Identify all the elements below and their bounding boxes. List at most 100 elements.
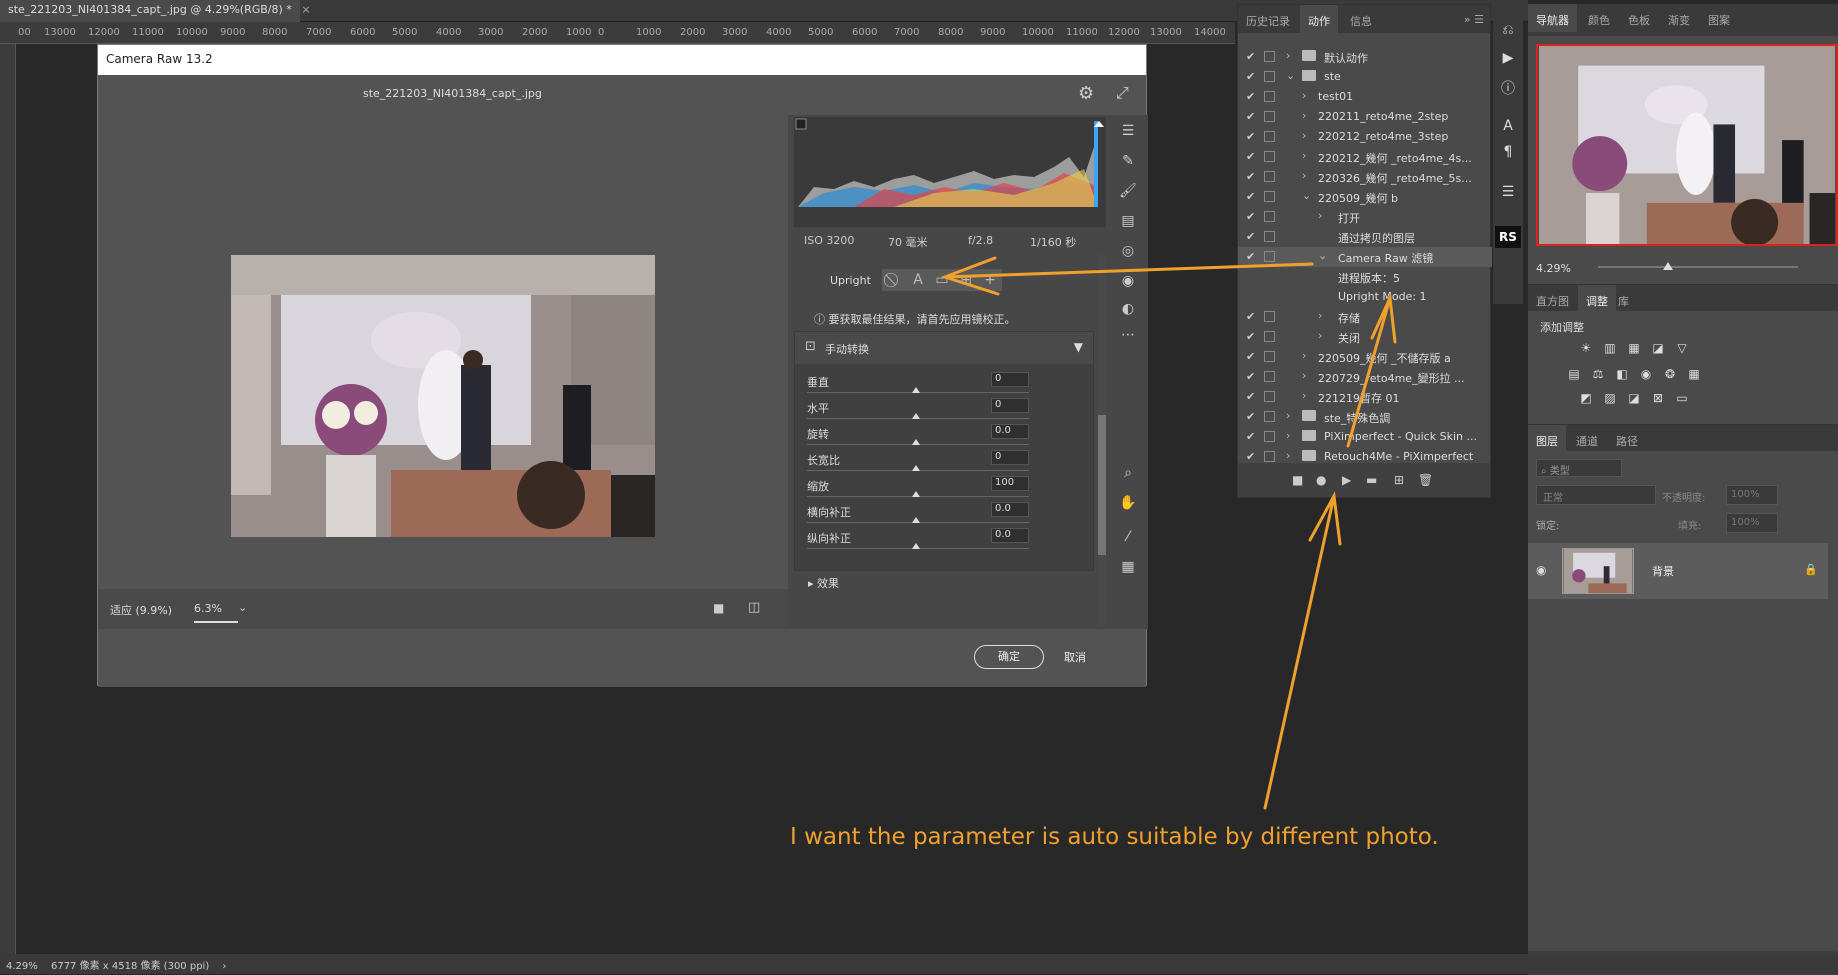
threshold-icon[interactable]: ◪ xyxy=(1626,391,1642,405)
tab-layers[interactable]: 图层 xyxy=(1528,425,1566,451)
checkmark-icon[interactable]: ✔ xyxy=(1246,190,1255,203)
expand-arrow-icon[interactable]: › xyxy=(1286,429,1290,442)
more-icon[interactable]: ⋯ xyxy=(1118,327,1138,347)
slider-rotate[interactable]: 旋转 0.0 xyxy=(795,424,1095,450)
dialog-toggle[interactable] xyxy=(1264,351,1275,362)
color-balance-icon[interactable]: ⚖ xyxy=(1590,367,1606,381)
checkmark-icon[interactable]: ✔ xyxy=(1246,70,1255,83)
fullscreen-icon[interactable]: ⤢ xyxy=(1116,83,1129,103)
upright-auto-button[interactable]: A xyxy=(906,269,930,291)
dialog-toggle[interactable] xyxy=(1264,191,1275,202)
checkmark-icon[interactable]: ✔ xyxy=(1246,390,1255,403)
manual-transform-header[interactable]: ⊡ 手动转换 ▼ xyxy=(795,332,1093,364)
actions-play-icon[interactable]: ▶ xyxy=(1499,50,1517,68)
upright-off-button[interactable]: ⃠ xyxy=(882,269,906,291)
action-row[interactable]: 进程版本：5 xyxy=(1238,267,1492,287)
grid-icon[interactable]: ▦ xyxy=(1118,559,1138,579)
record-icon[interactable]: ● xyxy=(1316,473,1326,487)
tab-history[interactable]: 历史记录 xyxy=(1238,5,1298,33)
opacity-input[interactable]: 100% xyxy=(1726,485,1778,505)
layer-filter-select[interactable]: ⌕ 类型 xyxy=(1536,459,1622,477)
slider-scale[interactable]: 缩放 100 xyxy=(795,476,1095,502)
expand-arrow-icon[interactable]: › xyxy=(1318,209,1322,222)
properties-icon[interactable]: ☰ xyxy=(1499,184,1517,202)
gradient-map-icon[interactable]: ▭ xyxy=(1674,391,1690,405)
caret-down-icon[interactable]: ▼ xyxy=(1074,340,1083,354)
checkmark-icon[interactable]: ✔ xyxy=(1246,250,1255,263)
checkmark-icon[interactable]: ✔ xyxy=(1246,50,1255,63)
posterize-icon[interactable]: ▨ xyxy=(1602,391,1618,405)
slider-y-offset[interactable]: 纵向补正 0.0 xyxy=(795,528,1095,554)
close-tab-icon[interactable]: × xyxy=(301,3,310,16)
dialog-toggle[interactable] xyxy=(1264,451,1275,462)
dialog-toggle[interactable] xyxy=(1264,211,1275,222)
expand-arrow-icon[interactable]: › xyxy=(1302,129,1306,142)
new-action-icon[interactable]: ⊞ xyxy=(1394,473,1404,487)
tab-info[interactable]: 信息 xyxy=(1342,5,1380,33)
status-zoom[interactable]: 4.29% xyxy=(6,961,38,972)
healing-icon[interactable]: ✎ xyxy=(1118,153,1138,173)
scrollbar-thumb[interactable] xyxy=(1098,415,1106,555)
red-eye-icon[interactable]: ◉ xyxy=(1118,273,1138,293)
slider-value-input[interactable]: 0.0 xyxy=(991,528,1029,543)
expand-arrow-icon[interactable]: › xyxy=(1302,169,1306,182)
navigator-zoom-slider[interactable] xyxy=(1598,266,1798,268)
expand-arrow-icon[interactable]: ⌄ xyxy=(1286,69,1295,82)
checkmark-icon[interactable]: ✔ xyxy=(1246,110,1255,123)
info-icon[interactable]: ⓘ xyxy=(1499,78,1517,97)
new-set-icon[interactable]: ▬ xyxy=(1366,473,1377,487)
dialog-toggle[interactable] xyxy=(1264,431,1275,442)
hue-saturation-icon[interactable]: ▤ xyxy=(1566,367,1582,381)
cancel-button[interactable]: 取消 xyxy=(1064,649,1086,665)
slider-value-input[interactable]: 0 xyxy=(991,450,1029,465)
gradient-icon[interactable]: ▤ xyxy=(1118,213,1138,233)
panel-menu-icon[interactable]: » ☰ xyxy=(1464,13,1484,26)
expand-arrow-icon[interactable]: › xyxy=(1302,349,1306,362)
image-preview[interactable] xyxy=(98,115,788,589)
dialog-toggle[interactable] xyxy=(1264,331,1275,342)
checkmark-icon[interactable]: ✔ xyxy=(1246,450,1255,463)
dialog-toggle[interactable] xyxy=(1264,411,1275,422)
tab-color[interactable]: 颜色 xyxy=(1580,4,1618,32)
tab-actions[interactable]: 动作 xyxy=(1300,5,1338,33)
brush-icon[interactable]: 🖌 xyxy=(1118,183,1138,203)
action-row[interactable]: ✔ › ste_特殊色調 xyxy=(1238,407,1492,427)
action-row[interactable]: ✔ › 220326_幾何 _reto4me_5s... xyxy=(1238,167,1492,187)
play-icon[interactable]: ▶ xyxy=(1342,473,1351,487)
slider-thumb[interactable] xyxy=(912,491,920,497)
upright-guided-button[interactable]: + xyxy=(978,269,1002,291)
photo-filter-icon[interactable]: ◉ xyxy=(1638,367,1654,381)
dialog-toggle[interactable] xyxy=(1264,71,1275,82)
expand-arrow-icon[interactable]: › xyxy=(1302,369,1306,382)
tab-paths[interactable]: 路径 xyxy=(1608,425,1646,451)
navigator-zoom-value[interactable]: 4.29% xyxy=(1536,262,1571,275)
dialog-toggle[interactable] xyxy=(1264,391,1275,402)
action-row[interactable]: ✔ › 221219暫存 01 xyxy=(1238,387,1492,407)
chevron-down-icon[interactable]: ⌄ xyxy=(238,601,247,614)
dialog-toggle[interactable] xyxy=(1264,91,1275,102)
checkmark-icon[interactable]: ✔ xyxy=(1246,230,1255,243)
curves-icon[interactable]: ▦ xyxy=(1626,341,1642,355)
action-row[interactable]: ✔ ⌄ ste xyxy=(1238,67,1492,87)
effects-section-header[interactable]: ▸ 效果 xyxy=(808,575,839,591)
checkmark-icon[interactable]: ✔ xyxy=(1246,130,1255,143)
upright-level-button[interactable]: ▭ xyxy=(930,269,954,291)
edit-sliders-icon[interactable]: ☰ xyxy=(1118,123,1138,143)
slider-value-input[interactable]: 0.0 xyxy=(991,424,1029,439)
presets-icon[interactable]: ◐ xyxy=(1118,301,1138,321)
slider-thumb[interactable] xyxy=(912,465,920,471)
document-tab[interactable]: ste_221203_NI401384_capt_.jpg @ 4.29%(RG… xyxy=(0,0,311,22)
expand-arrow-icon[interactable]: ⌄ xyxy=(1302,189,1311,202)
fill-input[interactable]: 100% xyxy=(1726,513,1778,533)
tab-navigator[interactable]: 导航器 xyxy=(1528,4,1577,32)
checkmark-icon[interactable]: ✔ xyxy=(1246,150,1255,163)
dialog-toggle[interactable] xyxy=(1264,151,1275,162)
action-row[interactable]: ✔ ⌄ 220509_幾何 b xyxy=(1238,187,1492,207)
checkmark-icon[interactable]: ✔ xyxy=(1246,310,1255,323)
action-row[interactable]: ✔ › 220509_幾何 _不儲存版 a xyxy=(1238,347,1492,367)
rs-plugin-icon[interactable]: RS xyxy=(1495,226,1521,248)
checkmark-icon[interactable]: ✔ xyxy=(1246,350,1255,363)
dialog-toggle[interactable] xyxy=(1264,171,1275,182)
tab-libraries[interactable]: 库 xyxy=(1610,285,1637,311)
expand-arrow-icon[interactable]: › xyxy=(1286,449,1290,462)
